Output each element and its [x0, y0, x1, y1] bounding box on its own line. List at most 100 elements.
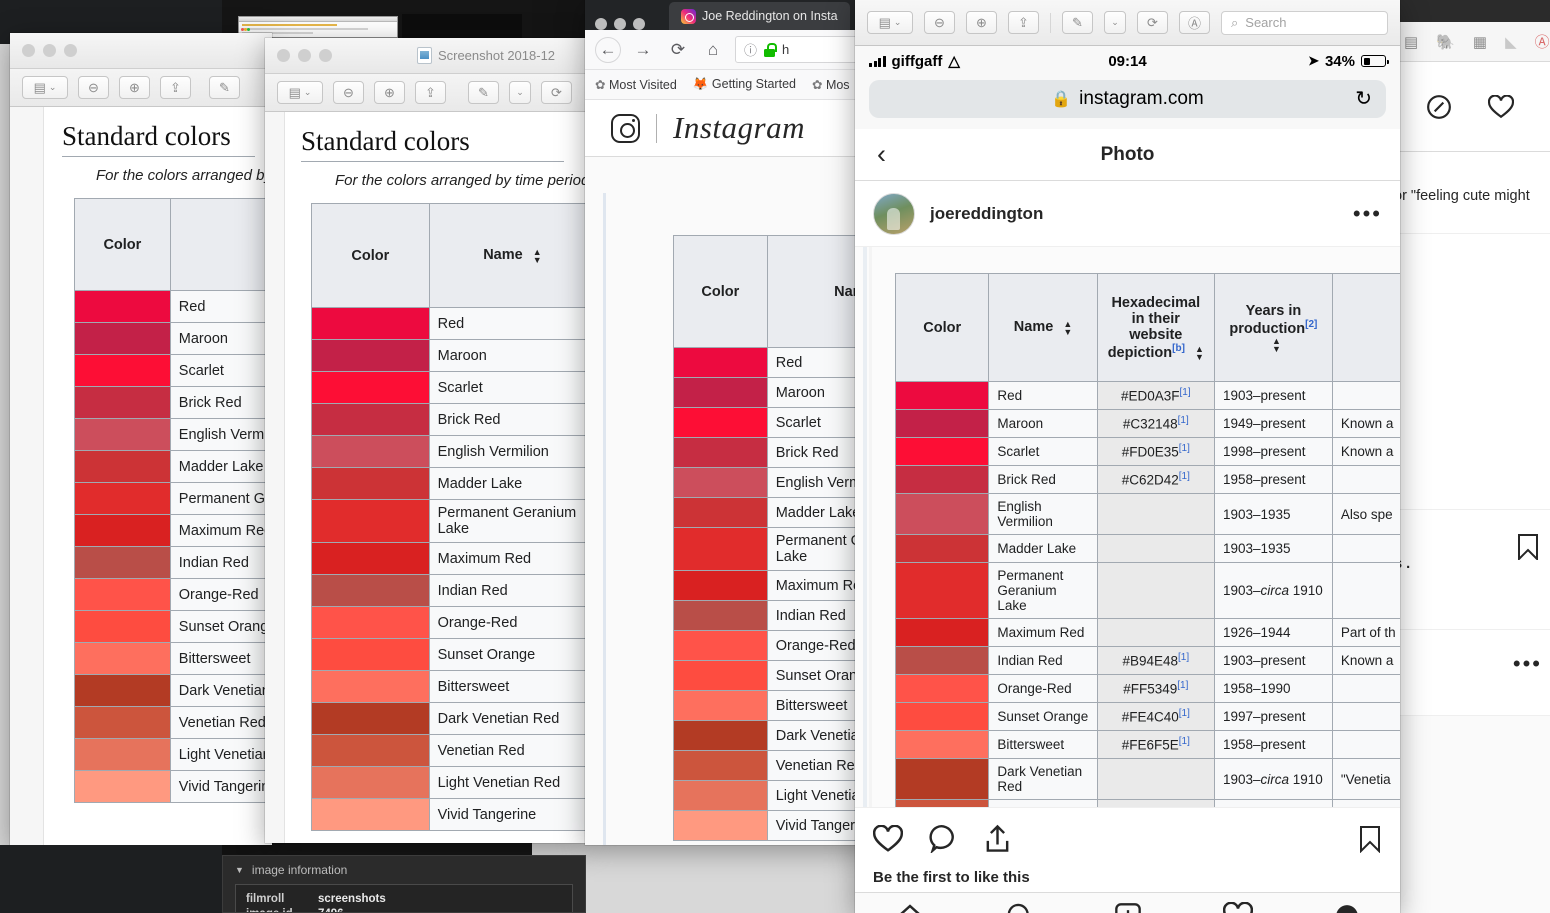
window-traffic-lights[interactable] [585, 18, 669, 30]
activity-icon[interactable] [1223, 901, 1254, 913]
add-post-icon[interactable] [1114, 902, 1142, 913]
col-name[interactable]: Name ▲ ▼ [988, 273, 1098, 382]
address-bar[interactable]: ⓘ h [735, 36, 865, 63]
zoom-in-button[interactable]: ⊕ [966, 11, 997, 34]
rotate-button[interactable]: ⟳ [541, 81, 572, 104]
bookmark-icon[interactable] [1358, 825, 1382, 853]
post-menu-icon[interactable]: ••• [1353, 202, 1382, 224]
reload-button[interactable]: ↻ [1355, 86, 1372, 111]
preview-toolbar[interactable]: ▤ ⌄ ⊖ ⊕ ⇪ ✎ ⌄ ⟳ [265, 74, 587, 112]
reload-button[interactable]: ⟳ [665, 37, 691, 63]
ios-url-bar[interactable]: 🔒 instagram.com ↻ [855, 76, 1400, 129]
markup-button[interactable]: ✎ [1062, 11, 1093, 34]
markup-options-button[interactable]: ⌄ [509, 81, 531, 104]
preview-window-back[interactable]: ▤ ⌄ ⊖ ⊕ ⇪ ✎ Standard colors For the color… [10, 33, 272, 845]
safari-window[interactable]: ▤ ⌄ ⊖ ⊕ ⇪ ✎ ⌄ ⟳ Ⓐ ⌕ Search giffgaff △ 09: [855, 0, 1400, 913]
profile-icon[interactable] [1334, 903, 1360, 913]
terminal-window[interactable]: (E) Contact §e:U2F (E) Cut nails +Hea (E… [0, 845, 222, 913]
sidebar-icon[interactable]: ▤ [1404, 33, 1418, 51]
sidebar-button[interactable]: ▤ ⌄ [22, 76, 68, 99]
firefox-navigation-bar[interactable]: ← → ⟳ ⌂ ⓘ h [585, 30, 875, 70]
window-titlebar[interactable] [10, 33, 272, 69]
preview-toolbar[interactable]: ▤ ⌄ ⊖ ⊕ ⇪ ✎ [10, 69, 272, 107]
background-extension-toolbar[interactable]: ▤ 🐘 ▦ ◣ Ⓐ [1390, 22, 1550, 62]
zoom-button[interactable] [64, 44, 77, 57]
preview-window-front[interactable]: Screenshot 2018-12 ▤ ⌄ ⊖ ⊕ ⇪ ✎ ⌄ ⟳ Standa… [265, 38, 587, 843]
col-name[interactable]: Name [169, 198, 272, 291]
window-traffic-lights[interactable] [22, 44, 77, 57]
instagram-camera-icon[interactable] [611, 113, 640, 143]
col-color[interactable]: Color [311, 203, 430, 308]
explore-icon[interactable] [1426, 94, 1452, 120]
share-icon[interactable] [984, 824, 1011, 853]
col-hex[interactable]: Hexadecimal in their website depiction[b] ▲… [1096, 273, 1215, 382]
col-color[interactable]: Color [894, 273, 990, 382]
bookmark-getting-started[interactable]: 🦊 Getting Started [693, 77, 796, 92]
zoom-out-button[interactable]: ⊖ [333, 81, 364, 104]
image-information-header[interactable]: ▼ image information [223, 856, 585, 884]
adblock-icon[interactable]: Ⓐ [1535, 31, 1550, 52]
rotate-button[interactable]: ⟳ [1137, 11, 1168, 34]
image-information-panel[interactable]: ▼ image information filmroll screenshots… [222, 855, 586, 913]
sidebar-button[interactable]: ▤ ⌄ [277, 81, 323, 104]
search-icon[interactable] [1006, 902, 1034, 913]
ios-address-field[interactable]: 🔒 instagram.com ↻ [869, 79, 1386, 118]
search-input[interactable]: ⌕ Search [1221, 10, 1388, 35]
minimize-button[interactable] [43, 44, 56, 57]
markup-button[interactable]: ✎ [468, 81, 499, 104]
back-button[interactable]: ‹ [877, 141, 886, 168]
close-button[interactable] [22, 44, 35, 57]
sort-icon[interactable]: ▲ ▼ [533, 247, 542, 264]
apps-icon[interactable]: ▦ [1473, 33, 1487, 51]
zoom-in-button[interactable]: ⊕ [374, 81, 405, 104]
back-button[interactable]: ← [595, 36, 621, 63]
markup-button[interactable]: ✎ [209, 76, 240, 99]
activity-icon[interactable] [1488, 94, 1514, 119]
comment-icon[interactable] [929, 824, 958, 853]
ios-status-bar: giffgaff △ 09:14 ➤ 34% [855, 46, 1400, 76]
sort-icon[interactable]: ▲ ▼ [1272, 336, 1281, 353]
bookmark-icon[interactable] [1516, 534, 1540, 560]
zoom-out-button[interactable]: ⊖ [78, 76, 109, 99]
like-icon[interactable] [873, 824, 903, 853]
zoom-button[interactable] [633, 18, 645, 30]
markup-options-button[interactable]: ⌄ [1104, 11, 1126, 34]
page-info-icon[interactable]: ⓘ [744, 40, 757, 59]
window-titlebar[interactable]: Screenshot 2018-12 [265, 38, 587, 74]
disclosure-triangle-icon[interactable]: ▼ [235, 865, 244, 875]
col-name[interactable]: Name ▲ ▼ [428, 203, 587, 308]
sort-icon[interactable]: ▲ ▼ [1063, 319, 1072, 336]
close-button[interactable] [595, 18, 607, 30]
post-username[interactable]: joereddington [930, 204, 1338, 224]
post-menu-icon[interactable]: ••• [1513, 653, 1542, 675]
avatar[interactable] [873, 192, 915, 235]
share-button[interactable]: ⇪ [1008, 11, 1039, 34]
safari-toolbar[interactable]: ▤ ⌄ ⊖ ⊕ ⇪ ✎ ⌄ ⟳ Ⓐ ⌕ Search [855, 0, 1400, 46]
pocket-icon[interactable]: ◣ [1505, 33, 1517, 51]
share-button[interactable]: ⇪ [415, 81, 446, 104]
home-button[interactable]: ⌂ [700, 37, 726, 63]
col-years[interactable]: Years in production[2] ▲ ▼ [1213, 273, 1333, 382]
zoom-out-button[interactable]: ⊖ [924, 11, 955, 34]
browser-tab[interactable]: Joe Reddington on Insta [669, 2, 850, 30]
firefox-tab-bar[interactable]: Joe Reddington on Insta [585, 0, 875, 30]
firefox-bookmarks-bar[interactable]: ✿ Most Visited 🦊 Getting Started ✿ Mos [585, 70, 875, 100]
minimize-button[interactable] [614, 18, 626, 30]
firefox-window[interactable]: Joe Reddington on Insta ← → ⟳ ⌂ ⓘ h ✿ Mo… [585, 0, 875, 845]
share-button[interactable]: ⇪ [160, 76, 191, 99]
annotate-button[interactable]: Ⓐ [1179, 11, 1210, 34]
table-row: Vivid Tangerine [673, 810, 875, 841]
sort-icon[interactable]: ▲ ▼ [1195, 344, 1204, 361]
bookmark-mos[interactable]: ✿ Mos [812, 77, 850, 92]
col-color[interactable]: Color [74, 198, 171, 291]
home-icon[interactable] [895, 902, 925, 913]
col-color[interactable]: Color [673, 235, 768, 348]
background-instagram-nav[interactable] [1390, 62, 1550, 152]
zoom-in-button[interactable]: ⊕ [119, 76, 150, 99]
evernote-icon[interactable]: 🐘 [1436, 33, 1455, 51]
bookmark-most-visited[interactable]: ✿ Most Visited [595, 77, 677, 92]
forward-button[interactable]: → [630, 37, 656, 63]
sidebar-button[interactable]: ▤ ⌄ [867, 11, 913, 34]
instagram-tab-bar[interactable] [855, 892, 1400, 913]
col-notes[interactable] [1331, 273, 1400, 382]
